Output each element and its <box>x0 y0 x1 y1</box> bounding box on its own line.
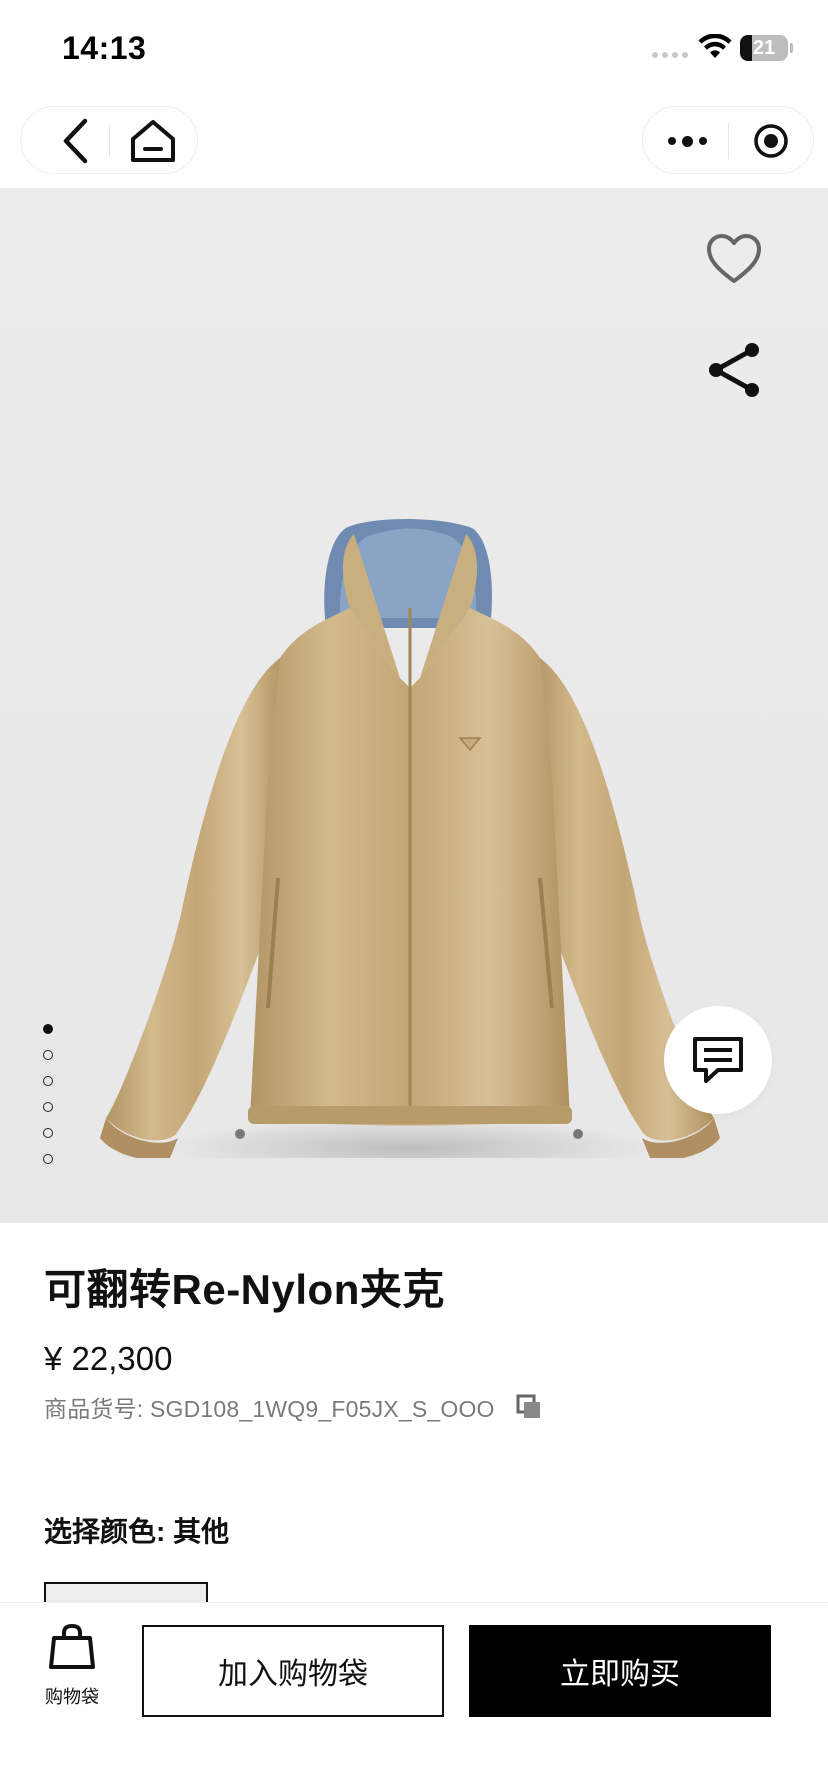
signal-icon <box>652 52 688 58</box>
home-icon <box>131 120 175 162</box>
close-mini-program-button[interactable] <box>743 115 799 167</box>
nav-right-capsule <box>642 106 814 174</box>
chat-icon <box>693 1037 743 1083</box>
pager-dot[interactable] <box>43 1076 53 1086</box>
back-button[interactable] <box>51 115 101 167</box>
status-time: 14:13 <box>62 30 147 66</box>
product-title: 可翻转Re-Nylon夹克 <box>44 1266 445 1313</box>
product-image <box>100 519 720 1158</box>
more-dots-icon <box>667 137 676 145</box>
wifi-icon <box>698 34 732 58</box>
bottom-action-bar: 购物袋 加入购物袋 立即购买 <box>0 1602 828 1792</box>
close-target-icon <box>754 124 788 158</box>
sku-text: 商品货号: SGD108_1WQ9_F05JX_S_OOO <box>44 1396 495 1422</box>
pager-dot[interactable] <box>43 1024 53 1034</box>
pager-dot[interactable] <box>43 1154 53 1164</box>
more-button[interactable] <box>657 115 717 167</box>
battery-icon: 21 <box>740 35 793 61</box>
sku-row: 商品货号: SGD108_1WQ9_F05JX_S_OOO <box>44 1390 543 1424</box>
shopping-bag-tab[interactable]: 购物袋 <box>40 1623 104 1723</box>
pager-dot[interactable] <box>43 1102 53 1112</box>
product-price: ¥ 22,300 <box>44 1340 173 1377</box>
shopping-bag-label: 购物袋 <box>45 1687 99 1707</box>
chat-button[interactable] <box>664 1006 772 1114</box>
heart-icon[interactable] <box>706 232 762 288</box>
pager-dot[interactable] <box>43 1128 53 1138</box>
home-button[interactable] <box>125 115 181 167</box>
nav-left-capsule <box>20 106 198 174</box>
share-icon[interactable] <box>706 340 762 400</box>
copy-icon[interactable] <box>515 1393 543 1421</box>
status-bar: 14:13 21 <box>0 0 828 96</box>
back-arrow-icon <box>63 118 88 164</box>
add-to-bag-button[interactable]: 加入购物袋 <box>142 1625 444 1717</box>
capsule-divider <box>109 125 110 157</box>
shopping-bag-icon <box>49 1623 95 1669</box>
color-label: 选择颜色: 其他 <box>44 1516 230 1547</box>
capsule-divider <box>728 123 729 159</box>
product-image-gallery[interactable] <box>0 188 828 1223</box>
battery-level: 21 <box>752 37 776 59</box>
image-pager <box>43 1024 53 1164</box>
buy-now-button[interactable]: 立即购买 <box>469 1625 771 1717</box>
pager-dot[interactable] <box>43 1050 53 1060</box>
